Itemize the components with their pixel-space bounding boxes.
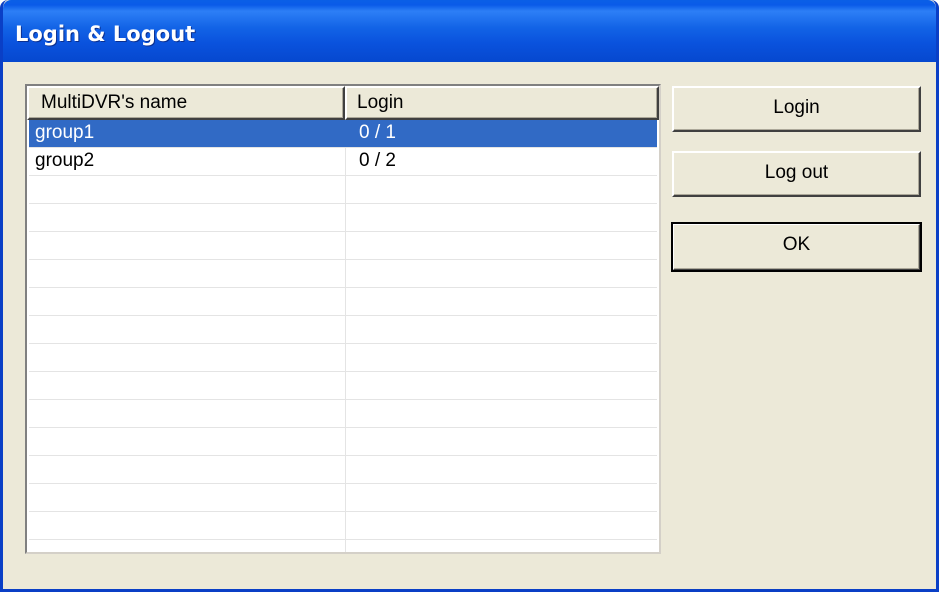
dialog-title: Login & Logout xyxy=(15,22,196,46)
empty-row xyxy=(29,232,657,260)
empty-row xyxy=(29,428,657,456)
empty-row xyxy=(29,540,657,552)
row-name-cell: group1 xyxy=(35,122,95,143)
title-bar[interactable]: Login & Logout xyxy=(3,0,936,62)
empty-row xyxy=(29,176,657,204)
login-button-label: Login xyxy=(773,97,820,118)
column-header-login[interactable]: Login xyxy=(345,86,659,120)
row-login-cell: 0 / 2 xyxy=(359,150,396,171)
empty-row xyxy=(29,260,657,288)
ok-button-label: OK xyxy=(782,234,811,255)
empty-row xyxy=(29,372,657,400)
login-button[interactable]: Login xyxy=(672,86,921,132)
logout-button-label: Log out xyxy=(764,162,829,183)
logout-button[interactable]: Log out xyxy=(672,151,921,197)
empty-row xyxy=(29,484,657,512)
empty-row xyxy=(29,512,657,540)
list-header: MultiDVR's name Login xyxy=(27,86,659,120)
ok-button[interactable]: OK xyxy=(671,222,922,272)
empty-row xyxy=(29,288,657,316)
column-header-name[interactable]: MultiDVR's name xyxy=(27,86,345,120)
empty-row xyxy=(29,316,657,344)
empty-row xyxy=(29,204,657,232)
row-login-cell: 0 / 1 xyxy=(359,122,396,143)
table-row[interactable]: group2 0 / 2 xyxy=(29,148,657,176)
multidvr-list[interactable]: MultiDVR's name Login group1 0 / 1 group… xyxy=(25,84,661,554)
login-logout-dialog: Login & Logout MultiDVR's name Login gro… xyxy=(0,0,939,592)
empty-row xyxy=(29,344,657,372)
table-row[interactable]: group1 0 / 1 xyxy=(29,120,657,148)
empty-row xyxy=(29,400,657,428)
row-name-cell: group2 xyxy=(35,150,95,171)
empty-row xyxy=(29,456,657,484)
